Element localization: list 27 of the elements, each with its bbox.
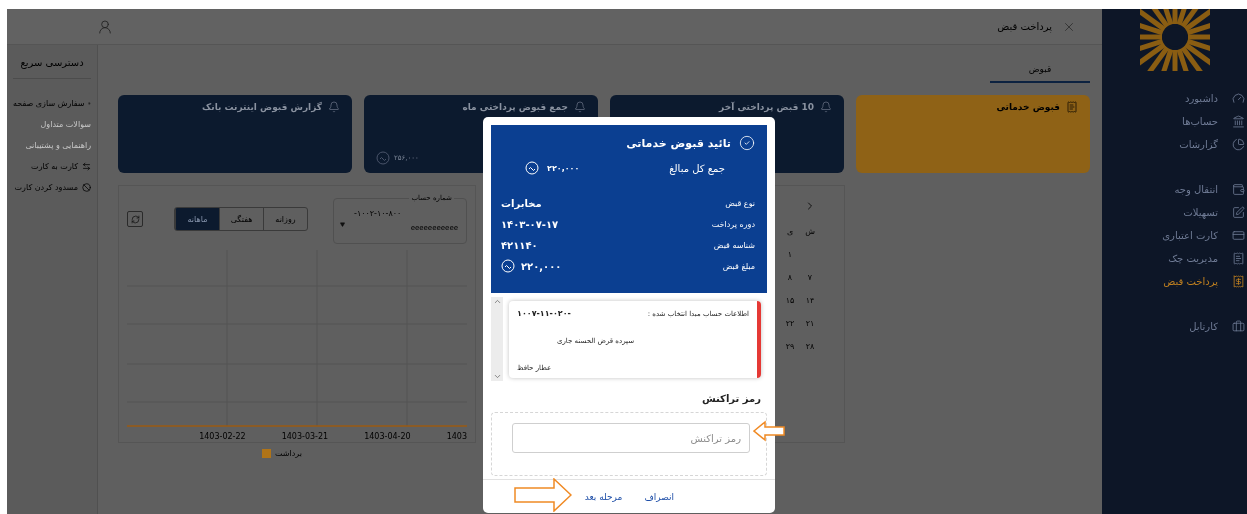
account-number: ۱۰۰۷-۱۱-۰۲۰- — [517, 309, 571, 318]
card-title: گزارش قبوض اینترنت بانک — [202, 102, 322, 112]
axis-label: 1403-04-20 — [364, 431, 411, 441]
account-number: ۱۰۰۲-۱۰-۸۰۰- — [354, 209, 402, 218]
legend-label: برداشت — [275, 448, 302, 458]
card-title: قبوض خدماتی — [996, 102, 1060, 112]
card-title: جمع قبوض پرداختی ماه — [462, 102, 568, 112]
dialog-title: تائید قبوض خدماتی — [626, 136, 731, 150]
weekday-label: ی — [786, 226, 794, 238]
password-label: رمز تراکنش — [701, 393, 761, 404]
weekday-label: ش — [805, 226, 815, 238]
field-label: دوره پرداخت — [711, 219, 755, 229]
card-title: 10 قبض پرداختی آخر — [719, 102, 814, 112]
field-value: ۴۲۱۱۴۰ — [501, 239, 538, 251]
field-label: مبلغ قبض — [722, 261, 755, 271]
field-value: ۲۲۰,۰۰۰ — [521, 260, 562, 272]
field-value: ۱۴۰۳-۰۷-۱۷ — [501, 218, 559, 230]
axis-label: 1403 — [446, 431, 467, 441]
page-title: پرداخت قبض — [997, 21, 1052, 32]
field-value: مخابرات — [501, 197, 542, 209]
total-amount: ۲۲۰,۰۰۰ — [547, 163, 580, 173]
field-label: نوع قبض — [725, 198, 755, 208]
panel-title: دسترسی سریع — [20, 57, 84, 68]
field-label: شناسه قبض — [713, 240, 755, 250]
total-label: جمع کل مبالغ — [669, 162, 725, 174]
axis-label: 1403-02-22 — [199, 431, 246, 441]
axis-label: 1403-03-21 — [281, 431, 329, 441]
